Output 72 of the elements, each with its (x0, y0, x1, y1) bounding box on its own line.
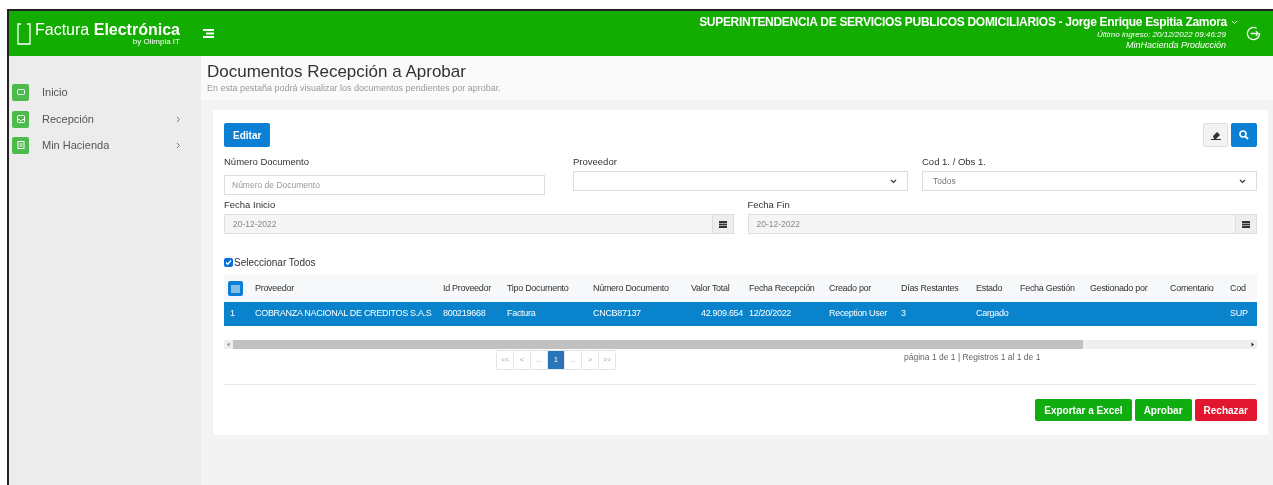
table-cell: 42.909.654 (700, 308, 743, 319)
column-header[interactable]: Id Proveedor (443, 282, 491, 293)
environment-label: MinHacienda Producción (1125, 40, 1226, 52)
sidebar-label: Recepción (42, 111, 95, 127)
dropdown-field[interactable]: Todos (922, 171, 1257, 191)
column-header[interactable]: Fecha Recepción (749, 282, 815, 293)
select-all-label[interactable]: Seleccionar Todos (234, 255, 316, 270)
calendar-icon[interactable] (711, 215, 733, 233)
field-label: Fecha Fin (747, 198, 791, 212)
table-cell: SUP (1230, 308, 1248, 319)
checkbox[interactable] (224, 258, 233, 267)
table-cell: 3 (901, 308, 906, 319)
eraser-icon (1210, 130, 1221, 140)
column-header[interactable]: Gestionado por (1090, 282, 1148, 293)
date-field[interactable]: 20-12-2022 (747, 214, 1257, 234)
menu-icon[interactable] (203, 29, 214, 38)
document-logo-icon (17, 22, 31, 45)
sidebar-item[interactable]: Min Hacienda (12, 132, 201, 158)
text-field[interactable]: Número de Documento (224, 175, 545, 195)
table-cell: CNCB87137 (593, 308, 641, 319)
table-cell: 12/20/2022 (749, 308, 792, 319)
date-field[interactable]: 20-12-2022 (224, 214, 734, 234)
field-label: Fecha Inicio (224, 198, 277, 212)
table-cell: Reception User (829, 308, 887, 319)
column-header[interactable]: Cod (1230, 282, 1246, 293)
field-label: Cod 1. / Obs 1. (922, 155, 987, 169)
calendar-icon[interactable] (1235, 215, 1256, 233)
clear-button[interactable] (1203, 123, 1228, 147)
action-button[interactable]: Rechazar (1194, 399, 1257, 421)
dropdown-field[interactable] (573, 171, 908, 191)
sidebar-item[interactable]: Recepción (12, 106, 201, 132)
column-header[interactable]: Valor Total (691, 282, 730, 293)
search-icon (1239, 130, 1249, 140)
table-cell: Factura (507, 308, 536, 319)
field-label: Proveedor (573, 155, 618, 169)
column-header[interactable]: Estado (976, 282, 1003, 293)
chevron-down-icon (890, 178, 897, 184)
column-header[interactable]: Fecha Gestión (1020, 282, 1075, 293)
document-icon (12, 136, 29, 154)
sidebar-label: Inicio (42, 84, 69, 100)
edit-button[interactable]: Editar (224, 123, 271, 147)
table-cell: COBRANZA NACIONAL DE CREDITOS S.A.S (255, 308, 432, 319)
sidebar-label: Min Hacienda (42, 137, 111, 153)
table-cell: 800219668 (443, 308, 486, 319)
column-header[interactable]: Proveedor (255, 282, 294, 293)
last-login: Último ingreso: 20/12/2022 09:46:29 (1097, 30, 1226, 41)
brand-tagline: by Olimpia IT (132, 37, 180, 46)
page-title: Documentos Recepción a Aprobar (207, 61, 467, 83)
chevron-right-icon (176, 141, 181, 149)
page-subtitle: En esta pestaña podrá visualizar los documentos pendientes por aprobar. (207, 82, 502, 96)
column-header[interactable]: Comentario (1170, 282, 1214, 293)
horizontal-scrollbar[interactable] (224, 340, 1257, 349)
scroll-left-icon[interactable] (224, 340, 233, 349)
column-header[interactable]: Tipo Documento (507, 282, 569, 293)
pagination-summary: página 1 de 1 | Registros 1 al 1 de 1 (904, 351, 1041, 364)
scrollbar-thumb[interactable] (233, 340, 1083, 349)
field-label: Número Documento (224, 155, 310, 169)
column-header[interactable]: Días Restantes (901, 282, 959, 293)
chevron-down-icon[interactable] (1231, 20, 1238, 26)
column-header[interactable]: Número Documento (593, 282, 669, 293)
brand-name-light: Factura (35, 20, 90, 38)
logout-icon[interactable] (1246, 26, 1261, 41)
column-header[interactable]: Creado por (829, 282, 872, 293)
inbox-icon (12, 110, 29, 128)
sidebar-item[interactable]: Inicio (12, 79, 201, 105)
table-cell: Cargado (976, 308, 1009, 319)
search-button[interactable] (1231, 123, 1257, 147)
table-cell: 1 (230, 308, 235, 319)
brand-name-bold: Electrónica (93, 20, 180, 38)
tag-icon (12, 83, 29, 101)
chevron-right-icon (176, 115, 181, 123)
chevron-down-icon (1239, 178, 1246, 184)
